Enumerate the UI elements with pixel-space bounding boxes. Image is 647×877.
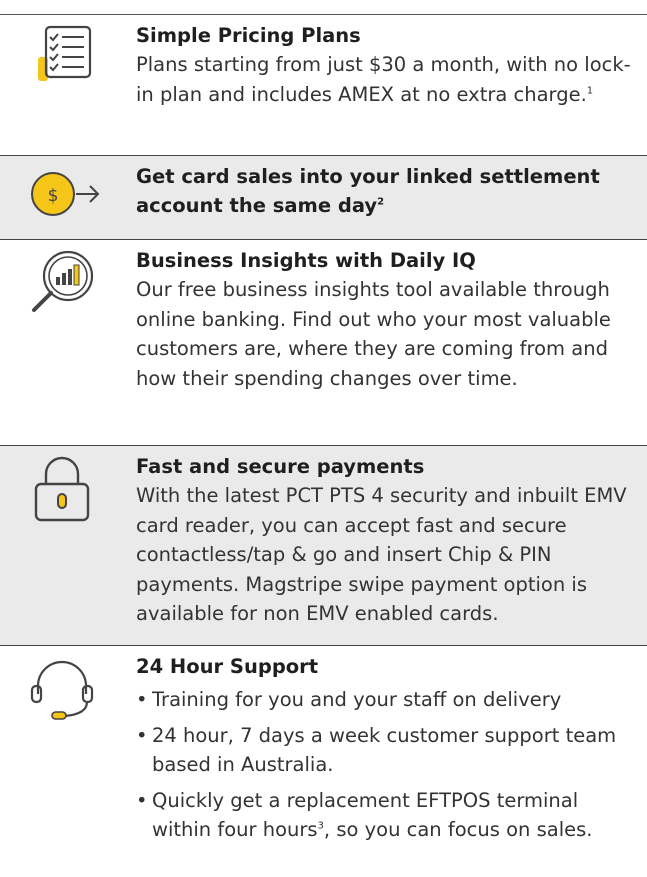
feature-title: Get card sales into your linked settleme… [136,165,600,217]
feature-title: Simple Pricing Plans [136,24,361,47]
feature-title: 24 Hour Support [136,655,319,678]
feature-description: Plans starting from just $30 a month, wi… [136,53,631,106]
coin-arrow-icon: $ [22,170,102,230]
padlock-icon [22,454,102,522]
feature-description: Our free business insights tool availabl… [136,278,611,390]
feature-same-day-settlement: $ Get card sales into your linked settle… [0,155,647,239]
magnifier-chart-icon [22,246,102,312]
list-item: Quickly get a replacement EFTPOS termina… [136,786,641,845]
checklist-icon [22,25,102,85]
footnote-marker: 2 [377,196,385,208]
feature-business-insights: Business Insights with Daily IQ Our free… [0,239,647,445]
feature-simple-pricing: Simple Pricing Plans Plans starting from… [0,14,647,155]
feature-title: Business Insights with Daily IQ [136,249,476,272]
svg-text:$: $ [48,186,59,206]
feature-title: Fast and secure payments [136,455,425,478]
footnote-marker: 1 [586,85,594,96]
headset-icon [22,656,102,720]
feature-support: 24 Hour Support Training for you and you… [0,645,647,877]
feature-secure-payments: Fast and secure payments With the latest… [0,445,647,645]
list-item: 24 hour, 7 days a week customer support … [136,721,641,780]
feature-description: With the latest PCT PTS 4 security and i… [136,484,627,625]
support-bullet-list: Training for you and your staff on deliv… [136,685,641,845]
list-item: Training for you and your staff on deliv… [136,685,641,715]
